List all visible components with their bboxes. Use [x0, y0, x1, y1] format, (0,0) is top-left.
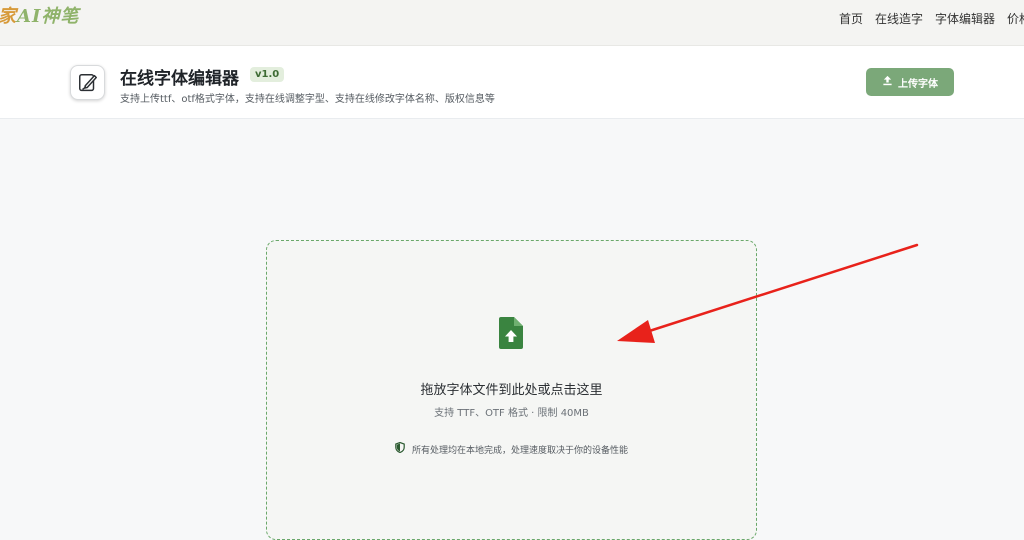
page-header: 在线字体编辑器 v1.0 支持上传ttf、otf格式字体，支持在线调整字型、支持…	[0, 46, 1024, 119]
version-badge: v1.0	[250, 67, 285, 82]
file-upload-icon	[499, 317, 523, 349]
shield-icon	[395, 441, 405, 456]
brand-logo-part1: 家	[0, 6, 17, 27]
upload-font-label: 上传字体	[898, 78, 938, 90]
upload-icon	[882, 75, 893, 89]
privacy-text: 所有处理均在本地完成，处理速度取决于你的设备性能	[411, 445, 628, 456]
page-subtitle: 支持上传ttf、otf格式字体，支持在线调整字型、支持在线修改字体名称、版权信息…	[120, 94, 495, 105]
page-title: 在线字体编辑器	[120, 69, 239, 89]
top-nav: 首页 在线造字 字体编辑器 价格	[839, 10, 1024, 27]
privacy-note: 所有处理均在本地完成，处理速度取决于你的设备性能	[267, 441, 756, 456]
brand-logo[interactable]: 家AI神笔	[0, 2, 79, 28]
dropzone-format-hint: 支持 TTF、OTF 格式 · 限制 40MB	[434, 408, 589, 419]
dropzone-title: 拖放字体文件到此处或点击这里	[420, 383, 603, 398]
top-bar: 家AI神笔 首页 在线造字 字体编辑器 价格	[0, 0, 1024, 46]
brand-logo-part2: AI神笔	[17, 6, 80, 27]
nav-item-font-creation[interactable]: 在线造字	[875, 10, 923, 27]
pen-edit-icon	[70, 65, 105, 100]
nav-item-home[interactable]: 首页	[839, 10, 863, 27]
upload-font-button[interactable]: 上传字体	[866, 68, 954, 96]
font-dropzone[interactable]: 拖放字体文件到此处或点击这里 支持 TTF、OTF 格式 · 限制 40MB 所…	[266, 240, 757, 540]
nav-item-font-editor[interactable]: 字体编辑器	[935, 10, 995, 27]
nav-item-pricing[interactable]: 价格	[1007, 10, 1024, 27]
